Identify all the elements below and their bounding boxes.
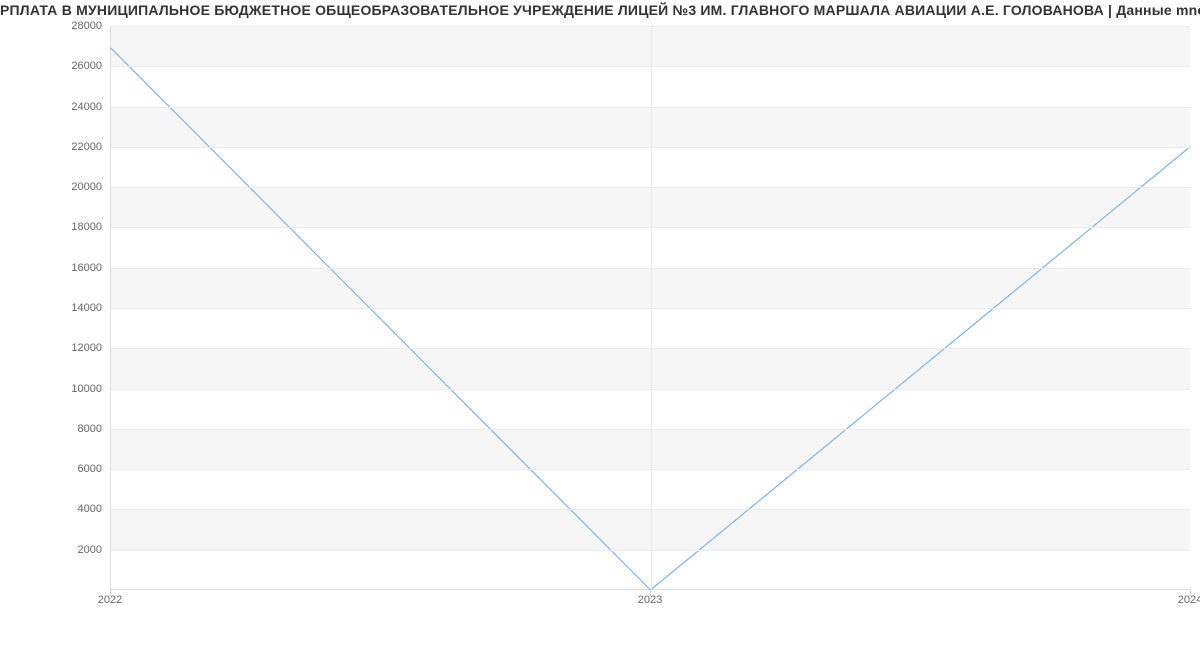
y-tick-label: 6000 bbox=[12, 463, 102, 475]
y-tick-label: 20000 bbox=[12, 181, 102, 193]
y-tick-label: 28000 bbox=[12, 20, 102, 32]
y-tick-label: 4000 bbox=[12, 503, 102, 515]
x-tick-label: 2024 bbox=[1178, 594, 1200, 606]
y-tick-label: 14000 bbox=[12, 302, 102, 314]
y-tick-label: 2000 bbox=[12, 544, 102, 556]
y-tick-label: 8000 bbox=[12, 423, 102, 435]
chart-container: РПЛАТА В МУНИЦИПАЛЬНОЕ БЮДЖЕТНОЕ ОБЩЕОБР… bbox=[0, 0, 1200, 650]
x-tick-label: 2023 bbox=[638, 594, 662, 606]
y-tick-label: 12000 bbox=[12, 342, 102, 354]
y-tick-label: 22000 bbox=[12, 141, 102, 153]
plot-area bbox=[110, 26, 1190, 590]
y-tick-label: 16000 bbox=[12, 262, 102, 274]
x-gridline bbox=[651, 26, 652, 590]
chart-title: РПЛАТА В МУНИЦИПАЛЬНОЕ БЮДЖЕТНОЕ ОБЩЕОБР… bbox=[0, 2, 1200, 18]
y-tick-label: 26000 bbox=[12, 60, 102, 72]
y-tick-label: 24000 bbox=[12, 101, 102, 113]
y-tick-label: 10000 bbox=[12, 383, 102, 395]
x-tick-label: 2022 bbox=[98, 594, 122, 606]
y-tick-label: 18000 bbox=[12, 221, 102, 233]
